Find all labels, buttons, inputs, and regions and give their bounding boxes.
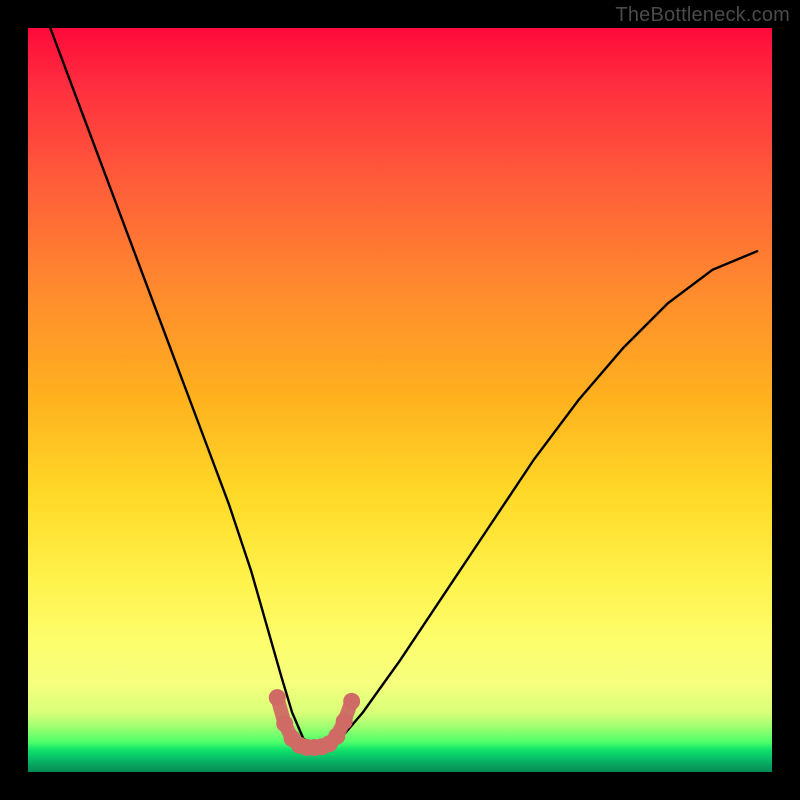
trough-marker: [269, 689, 360, 756]
watermark-text: TheBottleneck.com: [615, 4, 790, 27]
curve-layer: [28, 28, 772, 772]
plot-area: [28, 28, 772, 772]
outer-frame: TheBottleneck.com: [0, 0, 800, 800]
bottleneck-curve: [50, 28, 757, 746]
